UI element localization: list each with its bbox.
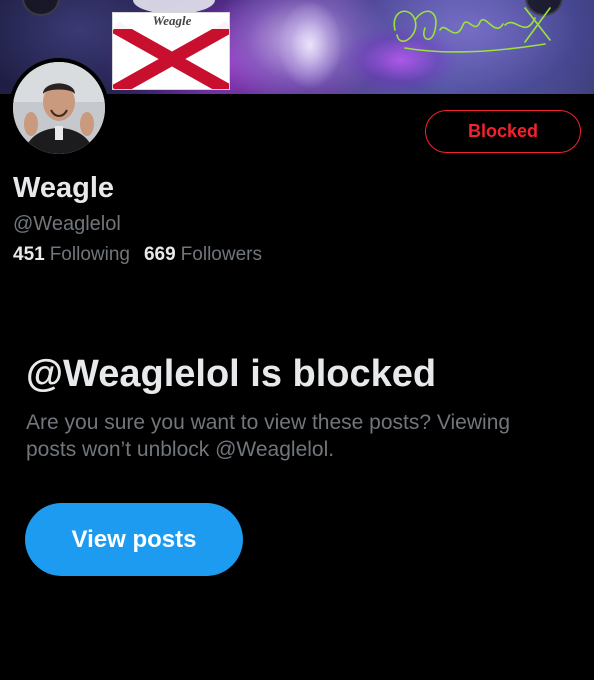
blocked-notice-title: @Weaglelol is blocked xyxy=(26,353,437,395)
following-link[interactable]: 451 Following xyxy=(13,242,130,268)
profile-stats: 451 Following 669 Followers xyxy=(13,242,262,268)
profile-page: Weagle Blocked Weagle @Weaglelol 451 Fol… xyxy=(0,0,594,680)
followers-label: Followers xyxy=(180,244,262,265)
followers-count: 669 xyxy=(143,244,176,265)
following-label: Following xyxy=(49,244,130,265)
blocked-button[interactable]: Blocked xyxy=(425,110,581,153)
blocked-notice-description: Are you sure you want to view these post… xyxy=(26,411,511,461)
following-count: 451 xyxy=(13,244,45,265)
display-name: Weagle xyxy=(13,172,115,204)
avatar[interactable] xyxy=(9,58,109,158)
user-handle: @Weaglelol xyxy=(13,213,121,235)
followers-link[interactable]: 669 Followers xyxy=(144,242,262,268)
alabama-flag-sticker: Weagle xyxy=(112,12,230,90)
banner-back-button-icon[interactable] xyxy=(22,0,60,16)
view-posts-button[interactable]: View posts xyxy=(25,503,243,576)
signature-scribble-icon xyxy=(393,7,551,53)
avatar-photo xyxy=(13,62,105,154)
flag-caption: Weagle xyxy=(113,13,229,29)
